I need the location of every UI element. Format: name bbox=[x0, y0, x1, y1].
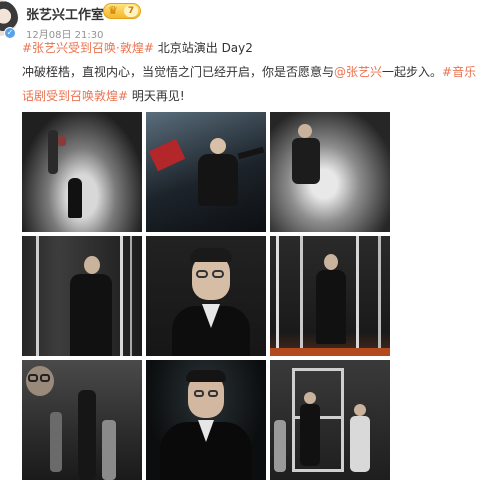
topic-link[interactable]: #音乐 bbox=[442, 65, 476, 79]
topic-link[interactable]: #张艺兴受到召唤·敦煌# bbox=[22, 41, 154, 55]
post-text-line-3: 话剧受到召唤敦煌# 明天再见! bbox=[22, 86, 185, 106]
photo-1[interactable] bbox=[22, 112, 142, 232]
photo-9[interactable] bbox=[270, 360, 390, 480]
post-text-line-2: 冲破桎梏，直视内心，当觉悟之门已经开启，你是否愿意与@张艺兴一起步入。#音乐 bbox=[22, 62, 476, 82]
photo-5[interactable] bbox=[146, 236, 266, 356]
mention-link[interactable]: @张艺兴 bbox=[334, 65, 382, 79]
photo-4[interactable] bbox=[22, 236, 142, 356]
photo-3[interactable] bbox=[270, 112, 390, 232]
text-segment: 明天再见! bbox=[128, 89, 185, 103]
photo-2[interactable] bbox=[146, 112, 266, 232]
member-badge[interactable]: ♛ 7 bbox=[103, 3, 141, 19]
author-name[interactable]: 张艺兴工作室 bbox=[26, 4, 104, 23]
post-header: ✓ 张艺兴工作室 ♛ 7 12月08日 21:30 bbox=[0, 0, 499, 41]
crown-icon: ♛ bbox=[108, 4, 118, 17]
text-segment: 冲破桎梏，直视内心，当觉悟之门已经开启，你是否愿意与 bbox=[22, 65, 335, 79]
text-segment: 北京站演出 Day2 bbox=[153, 41, 253, 55]
photo-8[interactable] bbox=[146, 360, 266, 480]
verified-check-icon: ✓ bbox=[4, 27, 16, 39]
photo-6[interactable] bbox=[270, 236, 390, 356]
post-text-line-1: #张艺兴受到召唤·敦煌# 北京站演出 Day2 bbox=[22, 38, 253, 58]
topic-link[interactable]: 话剧受到召唤敦煌# bbox=[22, 89, 128, 103]
text-segment: 一起步入。 bbox=[382, 65, 443, 79]
photo-7[interactable] bbox=[22, 360, 142, 480]
badge-level: 7 bbox=[124, 5, 138, 17]
